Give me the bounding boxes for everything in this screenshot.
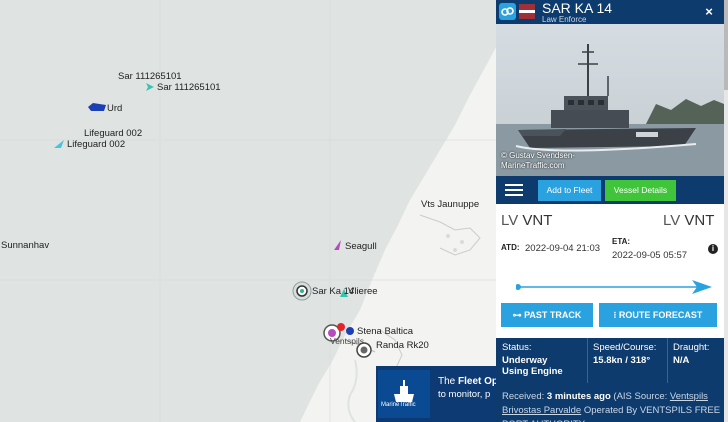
vessel-name: SAR KA 14 — [542, 0, 613, 16]
track-icon: ⊶ — [512, 310, 525, 320]
lifeguard-label-top[interactable]: Lifeguard 002 — [84, 128, 142, 139]
voyage-section: LV VNT LV VNT ATD: 2022-09-04 21:03 ETA:… — [496, 204, 724, 298]
vlieree-label[interactable]: Vlieree — [348, 286, 378, 297]
sar-ka-14-selected-icon[interactable] — [292, 281, 312, 301]
town-label: Ventspils — [330, 336, 365, 346]
voyage-progress-bar — [516, 280, 712, 294]
latvia-flag-icon — [519, 4, 535, 19]
vessel-type: Law Enforce — [542, 15, 587, 24]
vts-label[interactable]: Vts Jaunuppe — [421, 199, 479, 210]
lifeguard-label-second[interactable]: Lifeguard 002 — [67, 139, 125, 150]
draught-field: Draught: N/A — [673, 342, 710, 366]
seagull-label[interactable]: Seagull — [345, 241, 377, 252]
lifeguard-vessel-icon[interactable] — [54, 140, 64, 148]
marinetraffic-logo: MarineTraffic — [378, 370, 430, 418]
route-forecast-button[interactable]: ⁝ ROUTE FORECAST — [599, 303, 717, 327]
fleet-ad-banner[interactable]: MarineTraffic The Fleet Op to monitor, p — [376, 366, 498, 422]
speed-course-field: Speed/Course: 15.8kn / 318° — [593, 342, 657, 366]
ship-icon — [394, 380, 414, 402]
hamburger-menu-icon[interactable] — [505, 181, 523, 199]
info-icon[interactable]: i — [708, 244, 718, 254]
urd-vessel-icon[interactable] — [88, 103, 106, 111]
atd-value: 2022-09-04 21:03 — [525, 243, 601, 254]
photo-credit: © Gustav Svendsen- MarineTraffic.com — [501, 151, 575, 170]
vessel-photo[interactable]: © Gustav Svendsen- MarineTraffic.com — [496, 24, 724, 176]
add-to-fleet-button[interactable]: Add to Fleet — [538, 180, 601, 201]
eta-label: ETA: — [612, 237, 631, 246]
eta-value: 2022-09-05 05:57 — [612, 250, 688, 261]
seagull-vessel-icon[interactable] — [332, 240, 342, 250]
sar-vessel-icon[interactable] — [145, 82, 155, 92]
arrival-port[interactable]: LV VNT — [663, 212, 714, 229]
atd-label: ATD: — [501, 243, 520, 252]
divider — [587, 338, 588, 383]
status-section: Status: Underway Using Engine Speed/Cour… — [496, 338, 724, 422]
vessel-info-panel: SAR KA 14 Law Enforce × © Gustav Svendse… — [496, 0, 724, 422]
sunnanhav-label[interactable]: Sunnanhav — [1, 240, 49, 251]
sar-label-second[interactable]: Sar 111265101 — [157, 82, 221, 93]
divider — [667, 338, 668, 383]
past-track-button[interactable]: ⊶ PAST TRACK — [501, 303, 593, 327]
logo-text: MarineTraffic — [381, 402, 416, 408]
panel-toolbar: Add to Fleet Vessel Details — [496, 176, 724, 204]
share-link-icon[interactable] — [499, 3, 516, 20]
panel-scrollbar[interactable] — [724, 0, 728, 422]
status-field: Status: Underway Using Engine — [502, 342, 563, 377]
sar-label-top[interactable]: Sar 111265101 — [118, 71, 182, 82]
stena-baltica-label[interactable]: Stena Baltica — [357, 326, 413, 337]
received-info: Received: 3 minutes ago (AIS Source: Ven… — [502, 391, 721, 422]
ad-title: The Fleet Op — [438, 376, 498, 387]
urd-label[interactable]: Urd — [107, 103, 122, 114]
ad-subtitle: to monitor, p — [438, 389, 491, 400]
randa-label[interactable]: Randa Rk20 — [376, 340, 429, 351]
vessel-details-button[interactable]: Vessel Details — [605, 180, 676, 201]
departure-port[interactable]: LV VNT — [501, 212, 552, 229]
panel-header: SAR KA 14 Law Enforce × — [496, 0, 724, 24]
scrollbar-thumb[interactable] — [724, 0, 728, 90]
close-button[interactable]: × — [700, 3, 718, 21]
